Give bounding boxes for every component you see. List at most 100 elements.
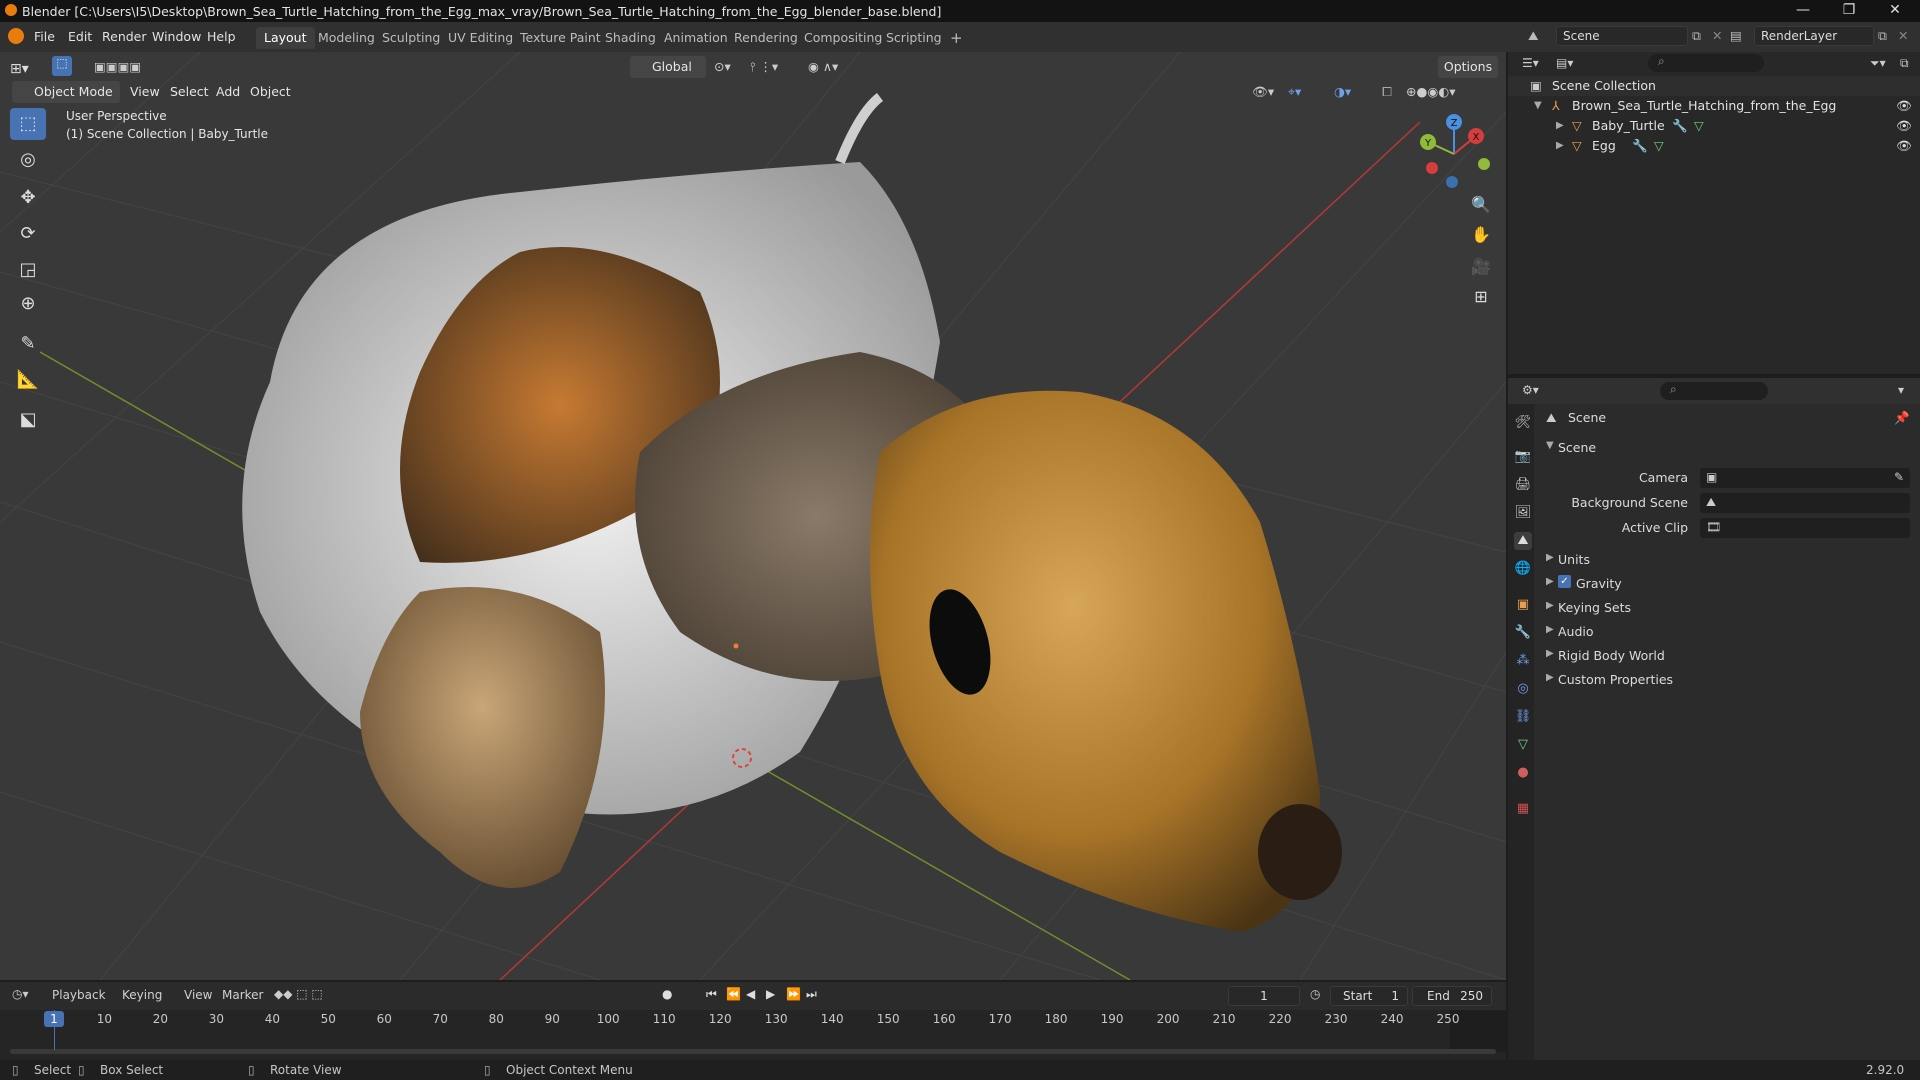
panel-expand-icon[interactable]: ▶: [1546, 600, 1554, 611]
options-button[interactable]: Options: [1438, 56, 1498, 78]
outliner-row-egg[interactable]: ▶ ▽ Egg 🔧 ▽ 👁: [1508, 136, 1920, 156]
play-icon[interactable]: ▶: [766, 987, 775, 1001]
gravity-panel[interactable]: Gravity: [1576, 576, 1622, 591]
custom-properties-panel[interactable]: Custom Properties: [1558, 672, 1673, 687]
overlays-icon[interactable]: ◑▾: [1334, 81, 1351, 103]
add-cube-tool[interactable]: ⬕: [10, 404, 46, 436]
timeline-editor-icon[interactable]: ◷▾: [12, 987, 29, 1001]
mesh-data-icon[interactable]: ▽: [1654, 136, 1664, 156]
gizmo-neg-y[interactable]: [1478, 158, 1490, 170]
scene-tab-icon[interactable]: ⛰: [1514, 532, 1532, 550]
delete-renderlayer-icon[interactable]: ✕: [1898, 28, 1908, 43]
pin-icon[interactable]: 📌: [1894, 410, 1910, 426]
transform-tool[interactable]: ⊕: [10, 288, 46, 320]
panel-expand-icon[interactable]: ▼: [1546, 440, 1554, 451]
constraints-tab-icon[interactable]: ⛓: [1514, 708, 1532, 726]
visibility-eye-icon[interactable]: 👁: [1896, 136, 1912, 156]
next-keyframe-icon[interactable]: ⏩: [786, 987, 801, 1001]
active-clip-field[interactable]: 🎞: [1700, 518, 1910, 538]
tab-modeling[interactable]: Modeling: [310, 27, 383, 49]
rigid-body-world-panel[interactable]: Rigid Body World: [1558, 648, 1665, 663]
properties-editor-icon[interactable]: ⚙▾: [1522, 383, 1539, 397]
timeline-scrollbar[interactable]: [10, 1049, 1496, 1054]
end-frame-field[interactable]: End 250: [1412, 986, 1492, 1006]
visibility-icon[interactable]: 👁▾: [1252, 81, 1274, 103]
delete-scene-icon[interactable]: ✕: [1712, 28, 1722, 43]
modifier-wrench-icon[interactable]: 🔧: [1632, 136, 1648, 156]
modifier-wrench-icon[interactable]: 🔧: [1672, 116, 1688, 136]
tab-texture-paint[interactable]: Texture Paint: [512, 27, 609, 49]
keying-sets-panel[interactable]: Keying Sets: [1558, 600, 1631, 615]
output-tab-icon[interactable]: 🖨: [1514, 476, 1532, 494]
panel-expand-icon[interactable]: ▶: [1546, 576, 1554, 587]
viewport-menu-select[interactable]: Select: [170, 81, 209, 103]
outliner-row-baby-turtle[interactable]: ▶ ▽ Baby_Turtle 🔧 ▽ 👁: [1508, 116, 1920, 136]
panel-expand-icon[interactable]: ▶: [1546, 624, 1554, 635]
expand-icon[interactable]: ▶: [1556, 136, 1564, 156]
move-tool[interactable]: ✥: [10, 182, 46, 214]
visibility-eye-icon[interactable]: 👁: [1896, 116, 1912, 136]
add-workspace-button[interactable]: +: [942, 27, 971, 49]
shading-mode-icons[interactable]: ⊕●◉◐▾: [1406, 81, 1455, 103]
rotate-tool[interactable]: ⟳: [10, 218, 46, 250]
panel-expand-icon[interactable]: ▶: [1546, 552, 1554, 563]
camera-view-icon[interactable]: 🎥: [1466, 252, 1496, 282]
object-tab-icon[interactable]: ▣: [1514, 596, 1532, 614]
renderlayer-selector[interactable]: RenderLayer: [1754, 26, 1874, 46]
outliner-row-scene-collection[interactable]: ▣ Scene Collection: [1508, 76, 1920, 96]
scale-tool[interactable]: ◲: [10, 254, 46, 286]
units-panel[interactable]: Units: [1558, 552, 1590, 567]
mode-selector[interactable]: Object Mode: [12, 81, 120, 103]
background-scene-field[interactable]: ⛰: [1700, 493, 1910, 513]
filter-icon[interactable]: ⏷▾: [1870, 56, 1886, 71]
pivot-point-icon[interactable]: ⊙▾: [714, 56, 731, 78]
preview-range-icon[interactable]: ◷: [1310, 987, 1320, 1001]
menu-edit[interactable]: Edit: [68, 29, 92, 44]
display-mode-icon[interactable]: ▤▾: [1556, 56, 1573, 70]
gizmo-toggle-icon[interactable]: ⌖▾: [1288, 81, 1301, 103]
close-window-button[interactable]: ✕: [1872, 2, 1918, 18]
viewport-menu-view[interactable]: View: [130, 81, 160, 103]
gravity-checkbox[interactable]: ✓: [1558, 575, 1571, 588]
menu-render[interactable]: Render: [102, 29, 147, 44]
tab-animation[interactable]: Animation: [656, 27, 736, 49]
cursor-tool[interactable]: ◎: [10, 144, 46, 176]
camera-field[interactable]: ▣ ✎: [1700, 468, 1910, 488]
gizmo-neg-x[interactable]: [1426, 162, 1438, 174]
audio-panel[interactable]: Audio: [1558, 624, 1594, 639]
mesh-data-icon[interactable]: ▽: [1694, 116, 1704, 136]
view-layer-tab-icon[interactable]: 🖼: [1514, 504, 1532, 522]
measure-tool[interactable]: 📐: [10, 364, 46, 396]
visibility-eye-icon[interactable]: 👁: [1896, 96, 1912, 116]
editor-type-icon[interactable]: ⊞▾: [10, 58, 29, 80]
jump-end-icon[interactable]: ⏭: [806, 987, 817, 1002]
viewport-menu-object[interactable]: Object: [250, 81, 291, 103]
new-renderlayer-icon[interactable]: ⧉: [1878, 28, 1887, 44]
viewport-menu-add[interactable]: Add: [216, 81, 240, 103]
panel-expand-icon[interactable]: ▶: [1546, 672, 1554, 683]
annotate-tool[interactable]: ✎: [10, 328, 46, 360]
properties-options-icon[interactable]: ▾: [1898, 383, 1904, 397]
new-scene-icon[interactable]: ⧉: [1692, 28, 1701, 44]
particles-tab-icon[interactable]: ⁂: [1514, 652, 1532, 670]
tab-layout[interactable]: Layout: [256, 27, 315, 49]
tab-sculpting[interactable]: Sculpting: [374, 27, 448, 49]
tab-compositing[interactable]: Compositing: [796, 27, 890, 49]
menu-file[interactable]: File: [34, 29, 55, 44]
proportional-editing-icon[interactable]: ◉ ∧▾: [808, 56, 838, 78]
jump-start-icon[interactable]: ⏮: [706, 987, 717, 1002]
tab-uv-editing[interactable]: UV Editing: [440, 27, 521, 49]
ortho-grid-icon[interactable]: ⊞: [1466, 282, 1496, 312]
timeline-menu-marker[interactable]: Marker: [222, 988, 263, 1002]
outliner-search-input[interactable]: ⌕: [1648, 54, 1764, 72]
physics-tab-icon[interactable]: ◎: [1514, 680, 1532, 698]
menu-help[interactable]: Help: [207, 29, 236, 44]
data-tab-icon[interactable]: ▽: [1514, 736, 1532, 754]
navigation-gizmo[interactable]: Z X Y: [1414, 114, 1494, 194]
play-reverse-icon[interactable]: ◀: [746, 987, 755, 1001]
render-tab-icon[interactable]: 📷: [1514, 448, 1532, 466]
tab-shading[interactable]: Shading: [597, 27, 664, 49]
outliner-row-collection[interactable]: ▼ ⅄ Brown_Sea_Turtle_Hatching_from_the_E…: [1508, 96, 1920, 116]
eyedropper-icon[interactable]: ✎: [1894, 470, 1904, 484]
keyframe-icons[interactable]: ◆◆ ⬚ ⬚: [274, 987, 323, 1001]
